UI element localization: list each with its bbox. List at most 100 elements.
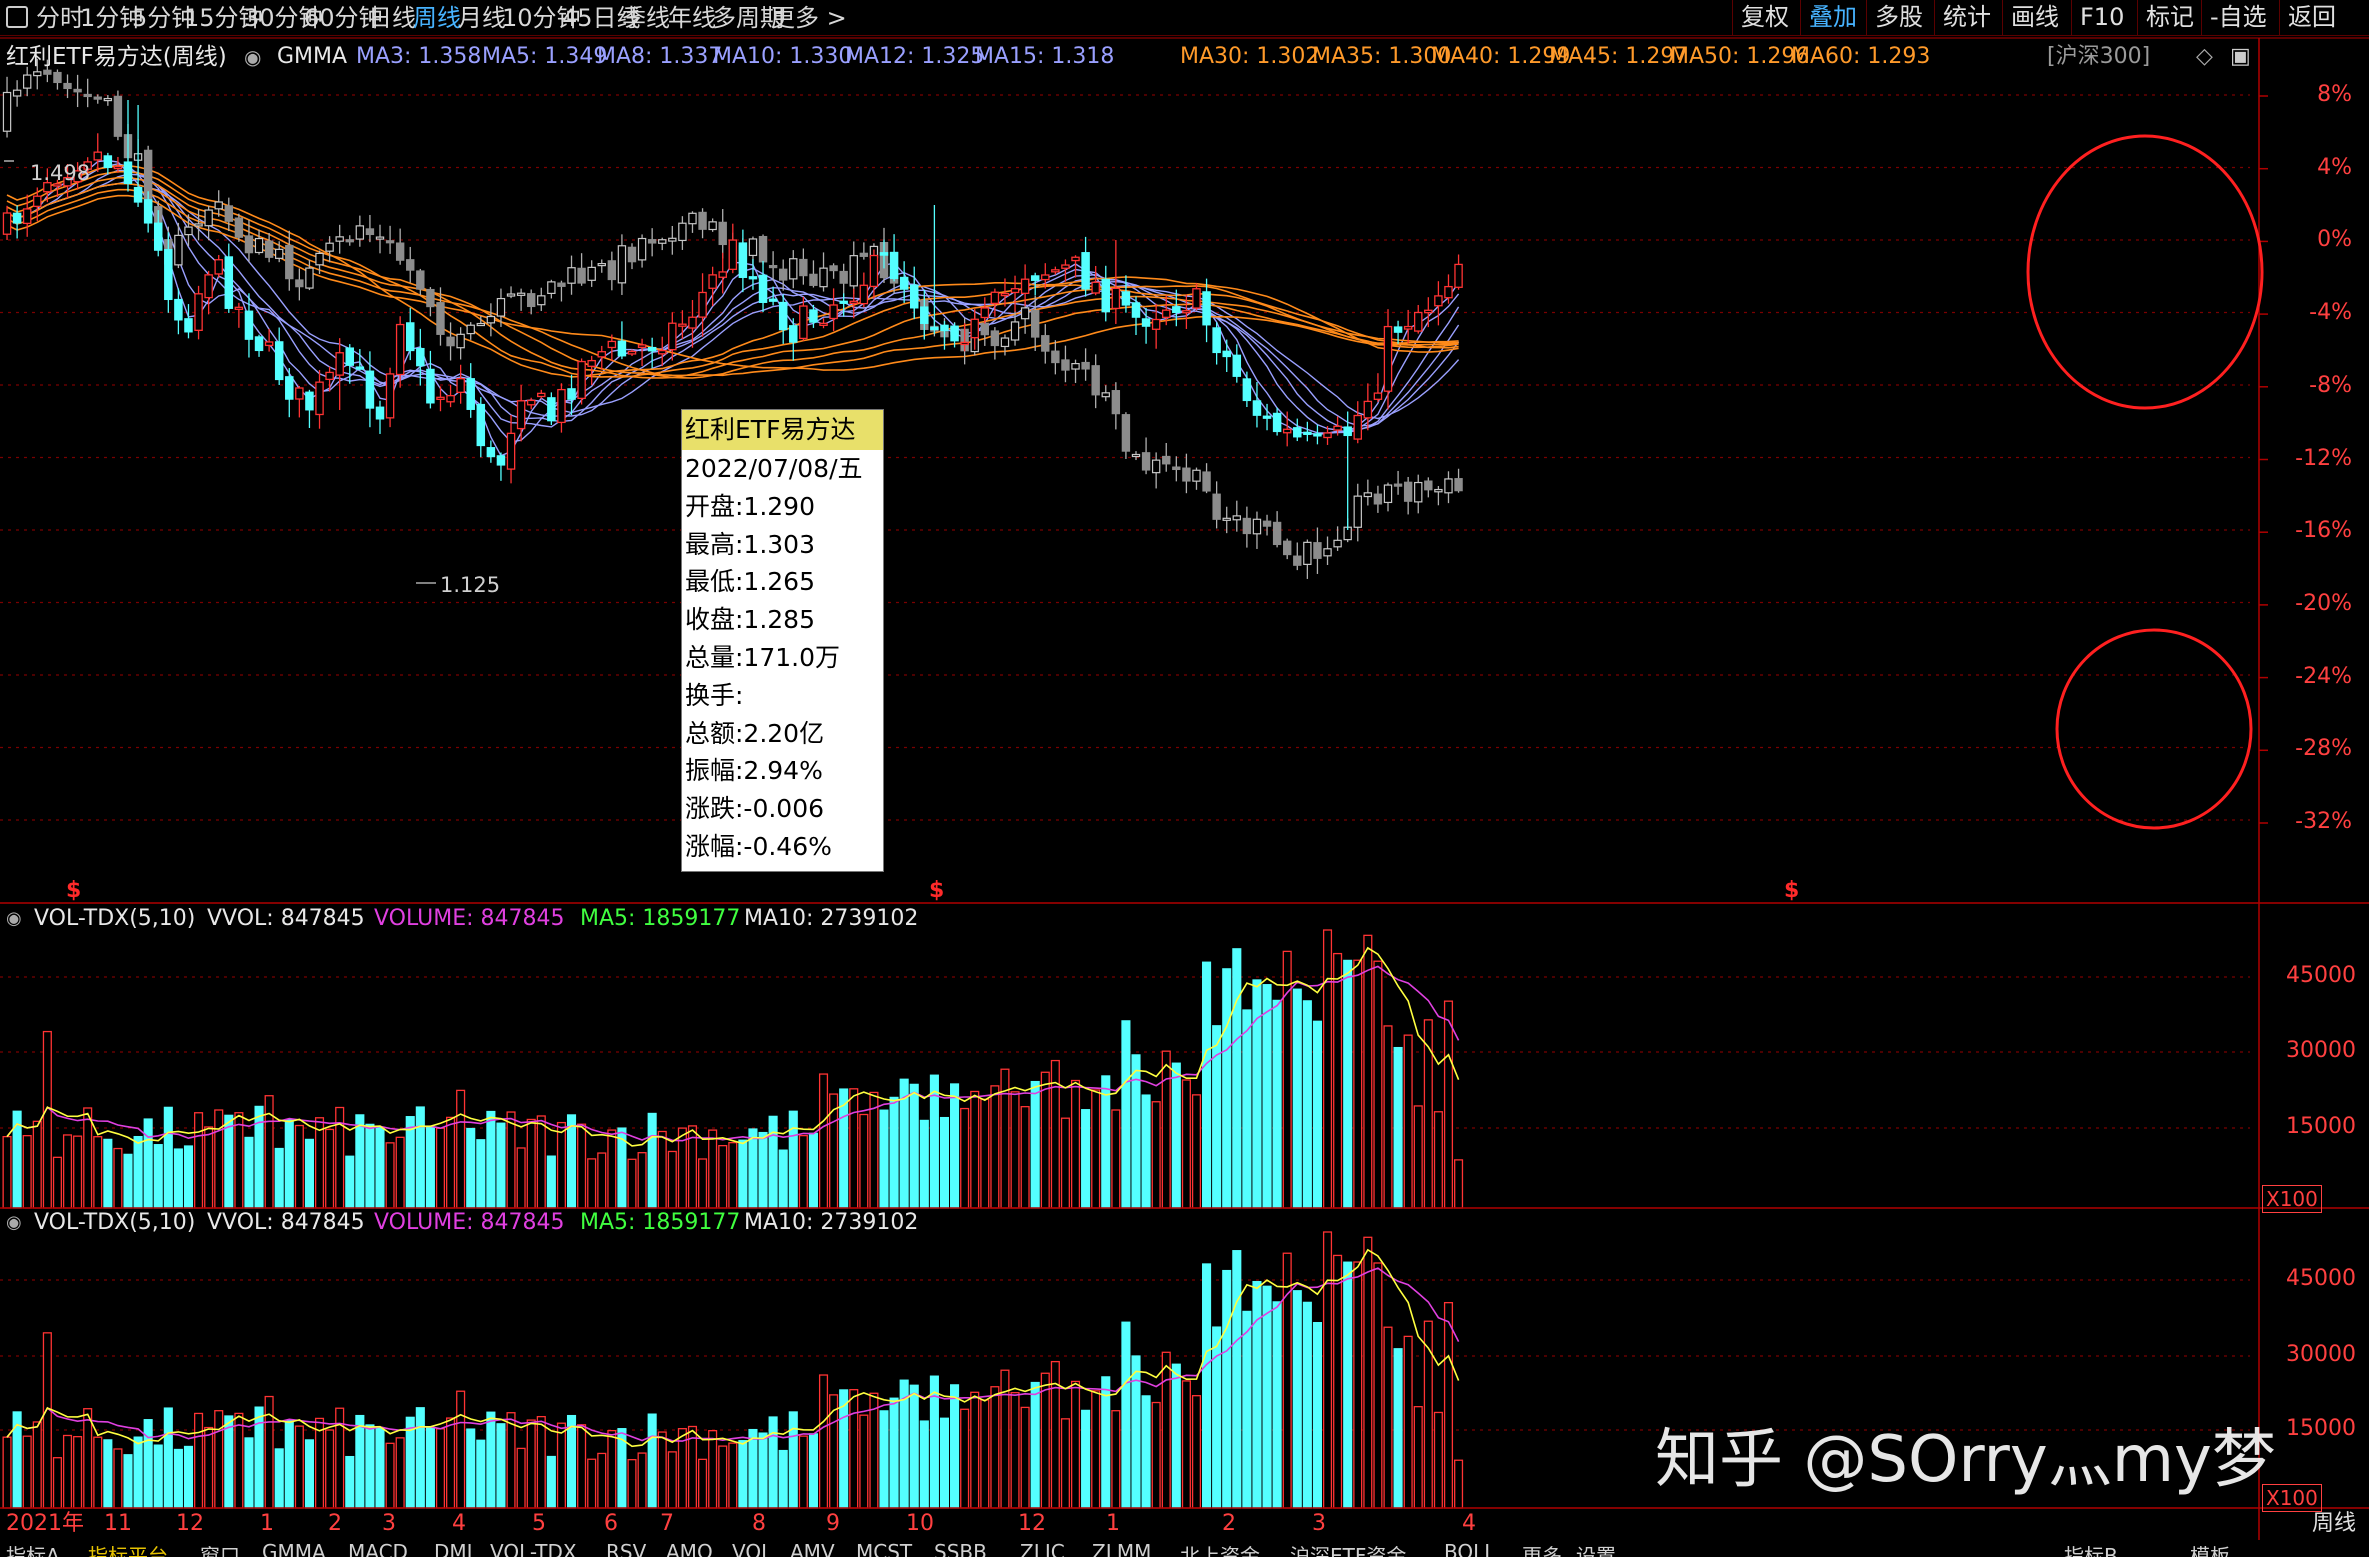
bottom-tab-0[interactable]: 指标A bbox=[6, 1542, 60, 1557]
candle-body bbox=[1383, 325, 1393, 392]
bottom-tab-11[interactable]: MCST bbox=[856, 1542, 912, 1557]
volume-panel-1-bar bbox=[698, 1158, 708, 1209]
overlay-candle bbox=[1000, 337, 1010, 348]
overlay-candle bbox=[345, 239, 354, 243]
candle-body bbox=[607, 340, 617, 349]
time-axis-right[interactable]: 周线 bbox=[2312, 1511, 2356, 1537]
volume-panel-1-bar bbox=[234, 1112, 244, 1209]
volume-panel-1-bar bbox=[597, 1152, 607, 1209]
candle-body bbox=[1081, 252, 1090, 290]
candle-body bbox=[295, 387, 304, 400]
volume-panel-2-bar bbox=[456, 1390, 466, 1509]
overlay-candle bbox=[627, 246, 637, 263]
candle-body bbox=[728, 239, 738, 270]
volume-panel-1-bar bbox=[556, 1121, 566, 1209]
bottom-tab-12[interactable]: SSBB bbox=[934, 1542, 987, 1557]
bottom-tab-16[interactable]: 沪深ETF资金 bbox=[1290, 1542, 1406, 1557]
bottom-tab-indicator-b[interactable]: 指标B bbox=[2064, 1542, 2118, 1557]
volume-panel-2-bar bbox=[909, 1384, 919, 1509]
bottom-tab-9[interactable]: VOL bbox=[732, 1542, 772, 1557]
volume-panel-2-bar bbox=[345, 1455, 355, 1509]
bottom-tab-18[interactable]: 更多 bbox=[1522, 1542, 1562, 1557]
overlay-candle bbox=[1162, 455, 1171, 465]
volume-panel-2-bar bbox=[2, 1436, 12, 1509]
bottom-tab-4[interactable]: MACD bbox=[348, 1542, 408, 1557]
overlay-candle bbox=[1242, 517, 1252, 535]
volume-panel-1-bar bbox=[1252, 979, 1262, 1209]
candle-body bbox=[647, 346, 657, 352]
collapse-icon[interactable]: ◉ bbox=[244, 44, 261, 70]
highlight-circle-top bbox=[2026, 134, 2264, 410]
bottom-tab-8[interactable]: AMO bbox=[666, 1542, 713, 1557]
bottom-tab-10[interactable]: AMV bbox=[790, 1542, 835, 1557]
window-toggle-icon[interactable]: ▣ bbox=[2230, 44, 2251, 70]
candle-body bbox=[22, 208, 32, 225]
overlay-candle bbox=[23, 74, 32, 89]
volume-panel-1-bar bbox=[62, 1134, 73, 1209]
candle-body bbox=[829, 304, 838, 320]
bottom-tab-13[interactable]: ZLJC bbox=[1020, 1542, 1065, 1557]
bottom-tab-15[interactable]: 北上资金 bbox=[1180, 1542, 1260, 1557]
overlay-candle bbox=[1212, 493, 1221, 520]
bottom-tab-2[interactable]: 窗口 bbox=[200, 1542, 240, 1557]
ma-label-9: MA45: 1.297 bbox=[1549, 44, 1689, 69]
volume-panel-2-bar bbox=[1272, 1301, 1282, 1509]
bottom-tab-bar: 指标A 指标平台 窗口 GMMA MACD DMI VOL-TDX RSV AMO VOL AMV M… bbox=[0, 1542, 2369, 1557]
volume-panel-1-bar bbox=[879, 1109, 889, 1209]
vol-collapse-icon-1[interactable]: ◉ bbox=[6, 1210, 22, 1236]
candle-body bbox=[1010, 288, 1020, 294]
candle-body bbox=[1071, 256, 1080, 262]
chart-canvas[interactable] bbox=[0, 0, 2369, 1557]
overlay-candle bbox=[184, 226, 193, 236]
overlay-candle bbox=[325, 242, 334, 252]
volume-panel-2-bar bbox=[1343, 1261, 1353, 1509]
bottom-tab-14[interactable]: ZLMM bbox=[1092, 1542, 1151, 1557]
vol-collapse-icon-0[interactable]: ◉ bbox=[6, 906, 22, 932]
overlay-candle bbox=[1434, 488, 1443, 493]
bottom-tab-5[interactable]: DMI bbox=[434, 1542, 473, 1557]
volume-panel-2-bar bbox=[93, 1436, 103, 1509]
vol-vvol-0: VVOL: 847845 bbox=[207, 906, 365, 931]
overlay-candle bbox=[1282, 540, 1292, 556]
time-axis-label-8: 6 bbox=[604, 1511, 618, 1536]
bottom-tab-3[interactable]: GMMA bbox=[262, 1542, 326, 1557]
candle-body bbox=[1151, 318, 1161, 330]
overlay-candle bbox=[1323, 548, 1332, 557]
candle-body bbox=[264, 341, 274, 347]
volume-panel-1-bar bbox=[718, 1144, 728, 1209]
time-axis-label-7: 5 bbox=[532, 1511, 546, 1536]
candle-body bbox=[698, 291, 707, 318]
bottom-tab-7[interactable]: RSV bbox=[606, 1542, 646, 1557]
candle-body bbox=[1434, 295, 1443, 307]
indicator-name: GMMA bbox=[277, 44, 348, 69]
volume-panel-2-bar bbox=[1393, 1348, 1403, 1509]
bottom-tab-6[interactable]: VOL-TDX bbox=[490, 1542, 577, 1557]
candle-body bbox=[1262, 415, 1272, 419]
bottom-tab-1[interactable]: 指标平台 bbox=[88, 1542, 168, 1557]
volume-panel-2-bar bbox=[1030, 1381, 1040, 1509]
candle-body bbox=[960, 341, 969, 346]
time-axis-label-5: 3 bbox=[382, 1511, 396, 1536]
overlay-candle bbox=[73, 88, 82, 93]
diamond-icon[interactable]: ◇ bbox=[2196, 44, 2213, 70]
candle-body bbox=[285, 376, 294, 400]
overlay-candle bbox=[1051, 350, 1060, 364]
ma-label-10: MA50: 1.296 bbox=[1670, 44, 1810, 69]
bottom-tab-17[interactable]: BOLL bbox=[1444, 1542, 1495, 1557]
overlay-candle bbox=[637, 237, 647, 261]
candle-body bbox=[920, 306, 929, 324]
volume-panel-2-bar bbox=[1302, 1301, 1312, 1509]
watermark: 知乎 @SOrry灬my梦 bbox=[1655, 1423, 2276, 1497]
overlay-candle bbox=[285, 244, 294, 280]
candle-body bbox=[143, 199, 153, 224]
overlay-candle bbox=[829, 265, 838, 272]
candle-body bbox=[1101, 278, 1111, 313]
candle-body bbox=[1403, 325, 1413, 330]
candle-body bbox=[1363, 400, 1373, 419]
candle-body bbox=[1030, 275, 1040, 281]
bottom-tab-template[interactable]: 模板 bbox=[2190, 1542, 2230, 1557]
volume-panel-2-bar bbox=[83, 1408, 93, 1509]
bottom-tab-19[interactable]: 设置 bbox=[1576, 1542, 1616, 1557]
volume-panel-2-bar bbox=[798, 1435, 808, 1509]
volume-panel-1-bar bbox=[123, 1153, 133, 1209]
